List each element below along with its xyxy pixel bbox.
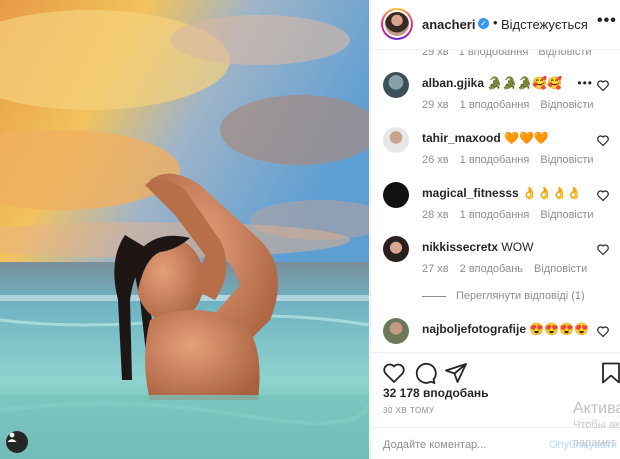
reply-button[interactable]: Відповісти bbox=[540, 209, 593, 221]
post-panel: anacheri ✓ • Відстежується ••• 29 хв 1 вп… bbox=[370, 0, 620, 459]
heart-icon[interactable] bbox=[597, 190, 609, 201]
author-avatar[interactable] bbox=[381, 8, 413, 40]
author-username[interactable]: anacheri bbox=[422, 17, 475, 32]
comment-item: nikkissecretx WOW 27 хв 2 вподобань Відпов… bbox=[371, 236, 620, 286]
likes-count[interactable]: 32 178 вподобань bbox=[383, 386, 489, 400]
comment-item: najboljefotografije 😍😍😍😍 bbox=[371, 318, 620, 352]
comment-text: 🐊🐊🐊🥰🥰 bbox=[487, 76, 563, 90]
comment-item: tahir_maxood 🧡🧡🧡 26 хв 1 вподобання Відпов… bbox=[371, 127, 620, 177]
comment-text: 😍😍😍😍 bbox=[529, 322, 590, 336]
commenter-username[interactable]: magical_fitnesss bbox=[422, 186, 519, 200]
comment-icon[interactable] bbox=[413, 361, 437, 385]
commenter-avatar[interactable] bbox=[383, 318, 409, 344]
comment-text: 👌👌👌👌 bbox=[522, 186, 582, 200]
commenter-username[interactable]: tahir_maxood bbox=[422, 131, 501, 145]
activation-watermark-line: Чтобы ак bbox=[573, 419, 620, 431]
commenter-username[interactable]: najboljefotografije bbox=[422, 322, 526, 336]
comment-likes[interactable]: 1 вподобання bbox=[460, 209, 530, 221]
comment-time: 28 хв bbox=[422, 209, 449, 221]
comment-text: 🧡🧡🧡 bbox=[504, 131, 549, 145]
more-options-icon[interactable]: ••• bbox=[597, 12, 617, 30]
comment-more-icon[interactable]: ••• bbox=[577, 76, 593, 90]
comment-likes[interactable]: 1 вподобання bbox=[460, 99, 530, 111]
reply-button[interactable]: Відповісти bbox=[540, 154, 593, 166]
share-icon[interactable] bbox=[444, 361, 468, 385]
commenter-avatar[interactable] bbox=[383, 72, 409, 98]
comment-time: 29 хв bbox=[422, 99, 449, 111]
save-bookmark-icon[interactable] bbox=[599, 361, 620, 385]
photo-image bbox=[0, 0, 369, 459]
commenter-avatar[interactable] bbox=[383, 127, 409, 153]
verified-badge-icon: ✓ bbox=[478, 18, 489, 29]
user-icon bbox=[7, 432, 17, 442]
comment-text: WOW bbox=[501, 240, 534, 254]
activation-watermark-title: Актива bbox=[573, 400, 620, 417]
comments-list[interactable]: 29 хв 1 вподобання Відповісти alban.gjika … bbox=[371, 50, 620, 352]
comment-item: magical_fitnesss 👌👌👌👌 28 хв 1 вподобання В… bbox=[371, 182, 620, 232]
heart-icon[interactable] bbox=[597, 326, 609, 337]
view-replies-button[interactable]: Переглянути відповіді (1) bbox=[422, 290, 585, 302]
following-status[interactable]: Відстежується bbox=[501, 17, 588, 32]
comment-likes[interactable]: 2 вподобань bbox=[460, 263, 523, 275]
comment-input[interactable]: Додайте коментар... bbox=[383, 439, 486, 451]
heart-icon[interactable] bbox=[597, 135, 609, 146]
post-photo[interactable] bbox=[0, 0, 369, 459]
commenter-username[interactable]: nikkissecretx bbox=[422, 240, 498, 254]
activation-watermark-line: парамет bbox=[573, 437, 616, 449]
commenter-avatar[interactable] bbox=[383, 236, 409, 262]
heart-icon[interactable] bbox=[597, 80, 609, 91]
tagged-users-button[interactable] bbox=[6, 431, 28, 453]
comment-item: alban.gjika 🐊🐊🐊🥰🥰 29 хв 1 вподобання Відпо… bbox=[371, 72, 620, 122]
post-timestamp[interactable]: 30 ХВ ТОМУ bbox=[383, 406, 435, 415]
reply-button[interactable]: Відповісти bbox=[540, 99, 593, 111]
comment-time: 26 хв bbox=[422, 154, 449, 166]
reply-button[interactable]: Відповісти bbox=[534, 263, 587, 275]
heart-icon[interactable] bbox=[597, 244, 609, 255]
header-separator: • bbox=[493, 15, 498, 30]
commenter-username[interactable]: alban.gjika bbox=[422, 76, 484, 90]
post-header: anacheri ✓ • Відстежується ••• bbox=[371, 0, 620, 50]
comment-likes[interactable]: 1 вподобання bbox=[460, 154, 530, 166]
cut-off-comment-meta: 29 хв 1 вподобання Відповісти bbox=[422, 50, 592, 58]
like-heart-icon[interactable] bbox=[382, 361, 406, 385]
commenter-avatar[interactable] bbox=[383, 182, 409, 208]
comment-time: 27 хв bbox=[422, 263, 449, 275]
